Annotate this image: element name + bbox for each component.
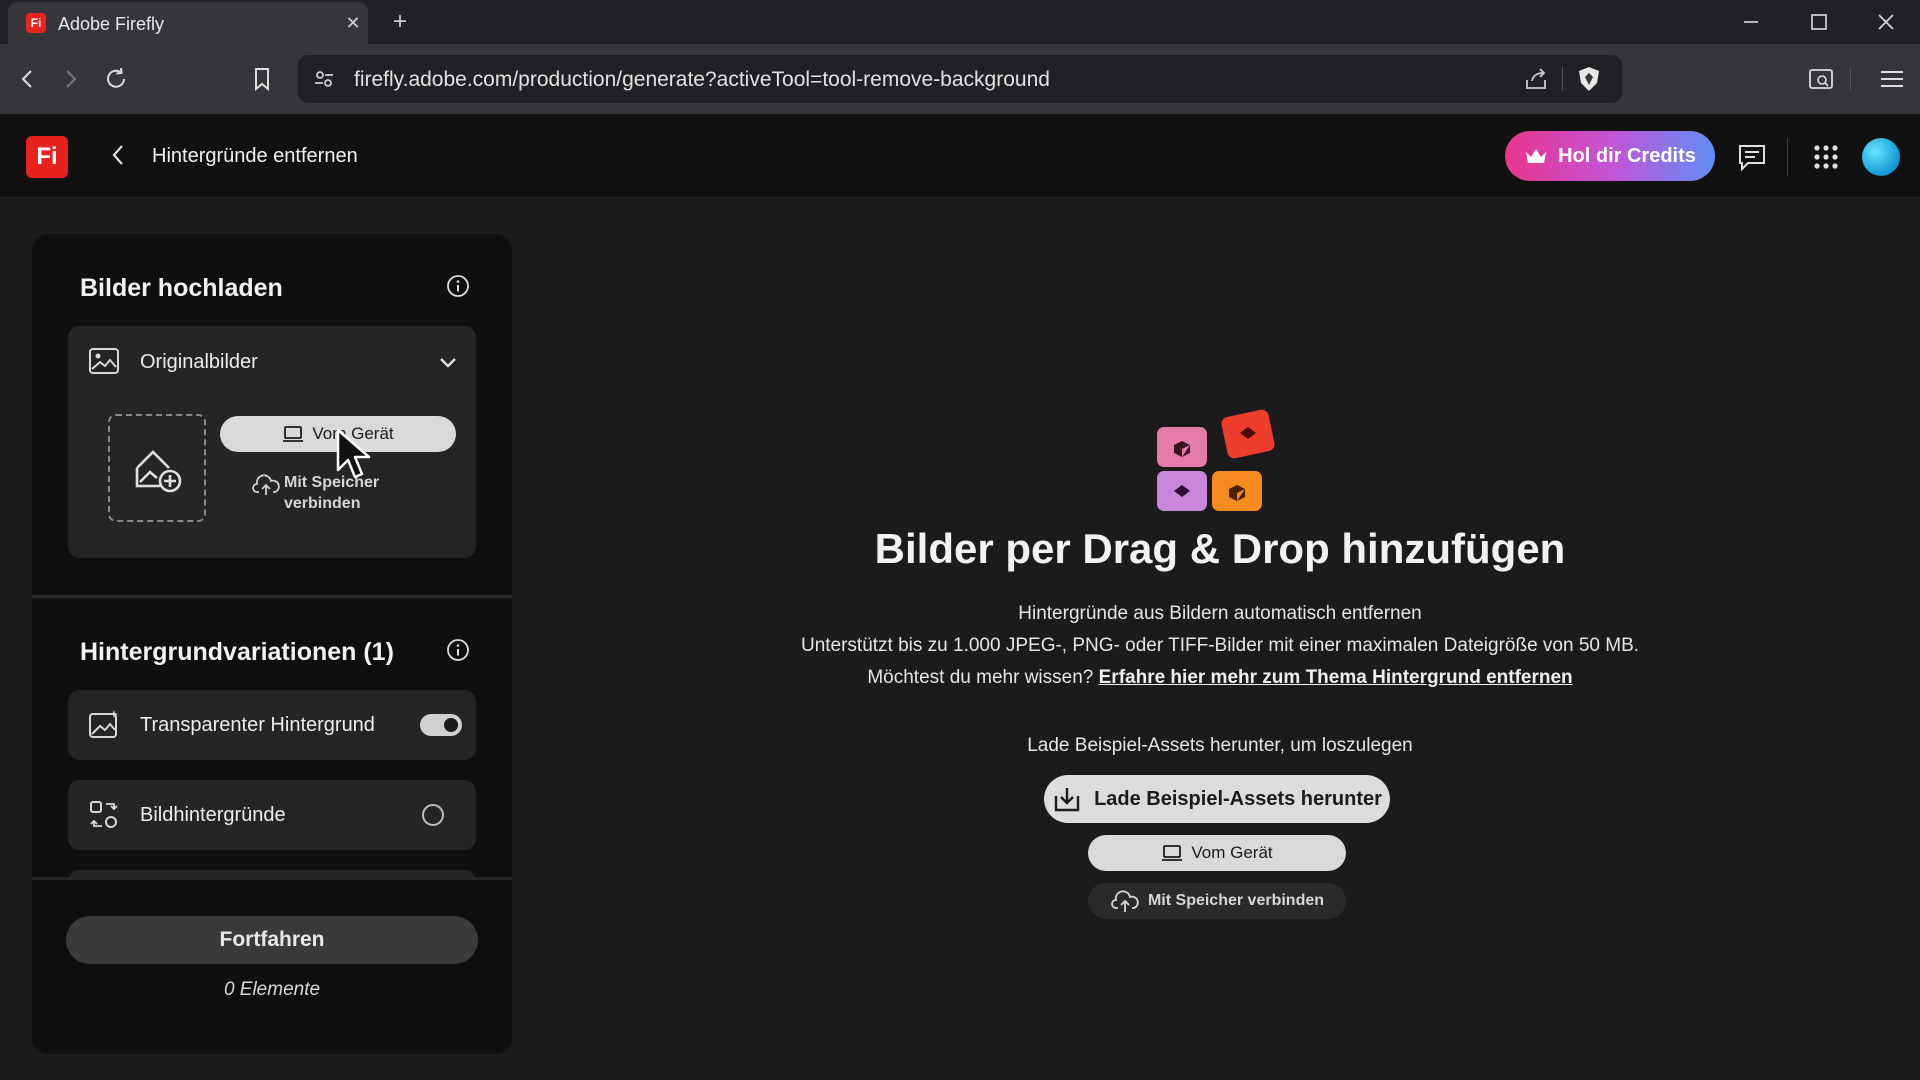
upload-info-icon[interactable] bbox=[446, 274, 470, 298]
firefly-favicon-icon: Fi bbox=[26, 13, 46, 33]
download-samples-button[interactable]: Lade Beispiel-Assets herunter bbox=[1044, 775, 1390, 823]
panel-footer bbox=[32, 880, 512, 1054]
feedback-icon[interactable] bbox=[1736, 141, 1768, 173]
crown-icon bbox=[1526, 149, 1547, 163]
original-images-card: Originalbilder Vom Gerät Mit Speicher ve… bbox=[68, 326, 476, 558]
apps-grid-icon[interactable] bbox=[1810, 141, 1842, 173]
laptop-icon bbox=[283, 426, 304, 442]
download-samples-label: Lade Beispiel-Assets herunter bbox=[1094, 787, 1382, 810]
app-header: Fi Hintergründe entfernen Hol dir Credit… bbox=[0, 114, 1920, 198]
image-backgrounds-radio[interactable] bbox=[422, 804, 444, 826]
cloud-upload-icon bbox=[252, 472, 282, 502]
connect-storage-line2: verbinden bbox=[284, 495, 361, 512]
forward-icon[interactable] bbox=[54, 63, 86, 95]
mouse-cursor-icon bbox=[336, 428, 376, 484]
transparent-image-icon bbox=[88, 709, 120, 746]
transparent-background-toggle[interactable] bbox=[420, 714, 462, 736]
toolbar-divider bbox=[1850, 68, 1851, 90]
samples-text: Lade Beispiel-Assets herunter, um loszul… bbox=[1027, 735, 1413, 756]
address-bar[interactable]: firefly.adobe.com/production/generate?ac… bbox=[298, 55, 1622, 103]
continue-button[interactable]: Fortfahren bbox=[66, 916, 478, 964]
variations-info-icon[interactable] bbox=[446, 638, 470, 662]
main-connect-storage-button[interactable]: Mit Speicher verbinden bbox=[1088, 883, 1346, 919]
menu-icon[interactable] bbox=[1876, 63, 1908, 95]
section-divider bbox=[32, 595, 512, 598]
bookmark-icon[interactable] bbox=[246, 63, 278, 95]
tab-close-icon[interactable]: ✕ bbox=[342, 12, 364, 34]
reading-mode-icon[interactable] bbox=[1805, 63, 1837, 95]
main-connect-storage-label: Mit Speicher verbinden bbox=[1147, 892, 1325, 909]
variations-heading: Hintergrundvariationen (1) bbox=[80, 638, 394, 666]
download-icon bbox=[1054, 788, 1080, 812]
url-divider bbox=[1562, 67, 1563, 91]
back-chevron-icon[interactable] bbox=[104, 140, 134, 170]
original-images-label: Originalbilder bbox=[140, 351, 258, 373]
upload-panel: Bilder hochladen Originalbilder Vom Gerä… bbox=[32, 234, 512, 1054]
page-title: Hintergründe entfernen bbox=[152, 145, 358, 167]
url-text[interactable]: firefly.adobe.com/production/generate?ac… bbox=[354, 68, 1050, 92]
learn-more-prefix: Möchtest du mehr wissen? bbox=[867, 667, 1094, 688]
browser-tab[interactable]: Fi Adobe Firefly ✕ bbox=[8, 2, 368, 44]
avatar[interactable] bbox=[1862, 138, 1900, 176]
drag-drop-title: Bilder per Drag & Drop hinzufügen bbox=[874, 525, 1566, 572]
image-icon bbox=[88, 346, 120, 381]
add-image-icon bbox=[135, 450, 182, 493]
back-icon[interactable] bbox=[12, 63, 44, 95]
drag-drop-illustration bbox=[1150, 405, 1280, 515]
chevron-down-icon[interactable] bbox=[436, 350, 460, 379]
image-backgrounds-label: Bildhintergründe bbox=[140, 804, 286, 826]
description-line-3: Möchtest du mehr wissen? Erfahre hier me… bbox=[700, 667, 1740, 689]
browser-tab-bar: Fi Adobe Firefly ✕ + bbox=[0, 0, 1920, 44]
browser-nav-bar: firefly.adobe.com/production/generate?ac… bbox=[0, 44, 1920, 114]
transparent-background-option[interactable]: Transparenter Hintergrund bbox=[68, 690, 476, 760]
firefly-logo[interactable]: Fi bbox=[26, 136, 68, 178]
upload-heading: Bilder hochladen bbox=[80, 274, 283, 302]
cloud-upload-icon bbox=[1111, 890, 1139, 912]
get-credits-button[interactable]: Hol dir Credits bbox=[1505, 131, 1715, 181]
description-line-2: Unterstützt bis zu 1.000 JPEG-, PNG- ode… bbox=[800, 635, 1640, 656]
swap-backgrounds-icon bbox=[88, 799, 120, 836]
window-close-icon[interactable] bbox=[1864, 6, 1908, 38]
header-divider bbox=[1787, 138, 1788, 176]
new-tab-icon[interactable]: + bbox=[386, 8, 414, 36]
reload-icon[interactable] bbox=[100, 63, 132, 95]
main-from-device-label: Vom Gerät bbox=[1191, 843, 1273, 862]
toggle-knob bbox=[444, 718, 458, 732]
main-from-device-button[interactable]: Vom Gerät bbox=[1088, 835, 1346, 871]
tab-title: Adobe Firefly bbox=[58, 14, 165, 34]
laptop-icon bbox=[1162, 845, 1183, 861]
maximize-icon[interactable] bbox=[1796, 6, 1840, 38]
site-settings-icon[interactable] bbox=[312, 67, 336, 96]
share-icon[interactable] bbox=[1524, 67, 1550, 96]
elements-count: 0 Elemente bbox=[223, 979, 321, 1000]
transparent-background-label: Transparenter Hintergrund bbox=[140, 714, 375, 736]
image-drop-zone[interactable] bbox=[108, 414, 206, 522]
learn-more-link[interactable]: Erfahre hier mehr zum Thema Hintergrund … bbox=[1099, 667, 1573, 688]
credits-label: Hol dir Credits bbox=[1558, 144, 1696, 167]
description-line-1: Hintergründe aus Bildern automatisch ent… bbox=[1018, 603, 1422, 624]
brave-shield-icon[interactable] bbox=[1576, 65, 1602, 98]
image-backgrounds-option[interactable]: Bildhintergründe bbox=[68, 780, 476, 850]
minimize-icon[interactable] bbox=[1728, 6, 1772, 38]
